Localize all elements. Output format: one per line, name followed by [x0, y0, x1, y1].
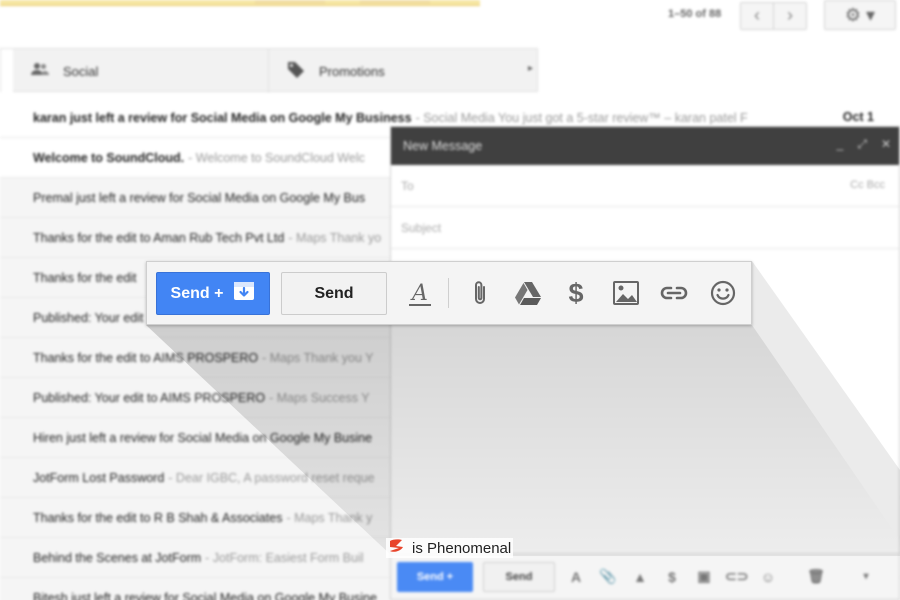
mini-insert-photo-icon[interactable]: ▣ — [693, 568, 715, 585]
tab-promotions[interactable]: Promotions — [269, 49, 521, 93]
cc-bcc-link[interactable]: Cc Bcc — [850, 179, 885, 191]
email-snippet: - Maps Thank yo — [288, 230, 382, 245]
mini-text-format-icon[interactable]: A — [565, 569, 587, 585]
mini-google-drive-icon[interactable]: ▲ — [629, 569, 651, 585]
tabs-more-arrow-icon[interactable]: ▸ — [528, 63, 533, 74]
tab-label: Social — [63, 63, 99, 79]
email-snippet: - Welcome to SoundCloud Welc — [188, 150, 365, 165]
notice-bar — [0, 0, 480, 6]
mini-paperclip-icon[interactable]: 📎 — [597, 568, 619, 585]
compose-header: New Message — [391, 127, 899, 165]
email-snippet: - JotForm: Easiest Form Buil — [205, 550, 364, 565]
email-subject: Thanks for the edit to AIMS PROSPERO — [33, 350, 259, 365]
email-snippet: - Maps Thank y — [286, 510, 373, 525]
text-format-icon[interactable]: A — [405, 278, 435, 308]
pagination-count: 1–50 of 88 — [668, 8, 722, 20]
mini-more-options-icon[interactable]: ▾ — [855, 571, 877, 582]
close-icon[interactable]: ✕ — [881, 137, 891, 152]
google-drive-icon[interactable] — [513, 278, 543, 308]
compose-bottom-toolbar: Send + Send A 📎 ▲ $ ▣ ⊂⊃ ☺ 🗑 ▾ — [391, 553, 899, 599]
archive-download-icon — [233, 281, 255, 306]
subject-field[interactable]: Subject — [391, 207, 899, 249]
compose-title: New Message — [403, 139, 483, 153]
full-screen-icon[interactable]: ⤢ — [857, 137, 867, 152]
text-format-label: A — [409, 280, 431, 306]
email-snippet: - Maps Success Y — [269, 390, 370, 405]
send-button[interactable]: Send — [281, 272, 387, 315]
tab-label: Promotions — [319, 63, 385, 79]
to-placeholder: To — [401, 178, 414, 193]
emoji-icon[interactable] — [708, 278, 738, 308]
mini-send-plus-button[interactable]: Send + — [397, 561, 473, 592]
email-subject: Behind the Scenes at JotForm — [33, 550, 202, 565]
insert-photo-icon[interactable] — [611, 278, 641, 308]
email-subject: Welcome to SoundCloud. — [33, 150, 185, 165]
email-subject: Hiren just left a review for Social Medi… — [33, 430, 373, 445]
category-tabs: Social Promotions ▸ — [0, 48, 538, 93]
caption: is Phenomenal — [386, 538, 514, 558]
minimize-icon[interactable]: _ — [837, 137, 844, 152]
email-subject: Bitesh just left a review for Social Med… — [33, 590, 377, 600]
email-snippet: - Social Media You just got a 5-star rev… — [415, 110, 748, 125]
mini-dollar-icon[interactable]: $ — [661, 569, 683, 585]
email-subject: Thanks for the edit to R B Shah & Associ… — [33, 510, 283, 525]
tab-social[interactable]: Social — [1, 49, 269, 93]
send-plus-button[interactable]: Send + — [156, 272, 270, 315]
caption-text: is Phenomenal — [412, 539, 512, 557]
dollar-icon[interactable]: $ — [561, 278, 591, 308]
older-button[interactable]: ‹ — [740, 2, 774, 30]
tag-icon — [287, 60, 305, 83]
email-subject: karan just left a review for Social Medi… — [33, 110, 412, 125]
email-subject: Published: Your edit — [33, 310, 144, 325]
email-snippet: - Dear IGBC, A password reset reque — [168, 470, 375, 485]
email-subject: Thanks for the edit to Aman Rub Tech Pvt… — [33, 230, 285, 245]
brand-logo-icon — [388, 538, 406, 558]
email-snippet: - Maps Thank you Y — [262, 350, 374, 365]
notice-button[interactable] — [255, 0, 325, 4]
mini-send-button[interactable]: Send — [483, 561, 555, 592]
settings-button[interactable]: ⚙ ▾ — [824, 0, 896, 30]
mini-emoji-icon[interactable]: ☺ — [757, 569, 779, 585]
toolbar-divider — [448, 278, 449, 308]
newer-button[interactable]: › — [773, 2, 807, 30]
email-subject: Premal just left a review for Social Med… — [33, 190, 366, 205]
mini-trash-icon[interactable]: 🗑 — [805, 568, 827, 585]
compose-window-controls: _ ⤢ ✕ — [837, 137, 891, 152]
mini-link-icon[interactable]: ⊂⊃ — [725, 568, 748, 585]
send-plus-label: Send + — [170, 284, 224, 302]
dollar-label: $ — [568, 277, 584, 308]
subject-placeholder: Subject — [401, 220, 442, 235]
link-icon[interactable] — [659, 278, 689, 308]
notice-button-secondary[interactable] — [360, 0, 430, 4]
email-subject: Thanks for the edit — [33, 270, 137, 285]
paperclip-icon[interactable] — [465, 278, 495, 308]
to-field[interactable]: To Cc Bcc — [391, 165, 899, 207]
email-subject: JotForm Lost Password — [33, 470, 165, 485]
zoomed-compose-toolbar: Send + Send A $ — [146, 261, 752, 325]
people-icon — [31, 62, 49, 81]
email-date: Oct 1 — [842, 110, 874, 124]
compose-window: New Message _ ⤢ ✕ To Cc Bcc Subject Send… — [390, 126, 900, 600]
email-subject: Published: Your edit to AIMS PROSPERO — [33, 390, 266, 405]
